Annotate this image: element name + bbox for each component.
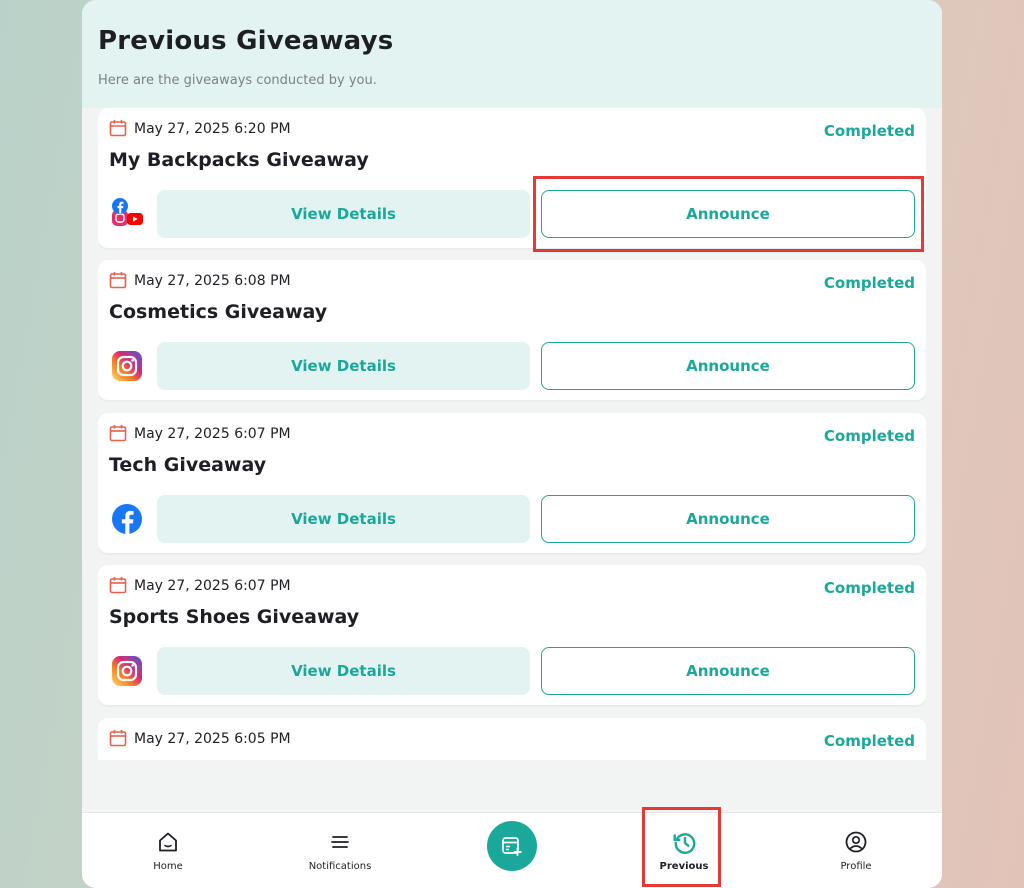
status-badge: Completed	[823, 274, 915, 292]
calendar-icon	[109, 425, 127, 442]
create-giveaway-button[interactable]	[487, 821, 537, 871]
giveaway-date: May 27, 2025 6:20 PM	[134, 121, 291, 137]
page-subtitle: Here are the giveaways conducted by you.	[98, 73, 377, 88]
notifications-icon	[331, 836, 349, 848]
giveaway-title: My Backpacks Giveaway	[109, 149, 369, 171]
instagram-icon	[112, 351, 142, 381]
giveaway-card: May 27, 2025 6:08 PM Completed Cosmetics…	[98, 260, 926, 400]
giveaway-card: May 27, 2025 6:07 PM Completed Tech Give…	[98, 413, 926, 553]
instagram-icon	[112, 656, 142, 686]
calendar-icon	[109, 120, 127, 137]
page-header: Previous Giveaways Here are the giveaway…	[82, 0, 942, 108]
history-icon	[673, 833, 696, 854]
announce-button[interactable]: Announce	[541, 647, 915, 695]
calendar-icon	[109, 730, 127, 747]
facebook-icon	[112, 504, 142, 534]
announce-button[interactable]: Announce	[541, 495, 915, 543]
nav-home[interactable]: Home	[113, 813, 223, 888]
giveaway-date: May 27, 2025 6:05 PM	[134, 731, 291, 747]
status-badge: Completed	[823, 427, 915, 445]
giveaway-date: May 27, 2025 6:08 PM	[134, 273, 291, 289]
giveaway-title: Cosmetics Giveaway	[109, 301, 328, 323]
status-badge: Completed	[823, 579, 915, 597]
giveaway-title: Sports Shoes Giveaway	[109, 606, 360, 628]
giveaway-card: May 27, 2025 6:07 PM Completed Sports Sh…	[98, 565, 926, 705]
giveaway-title: Tech Giveaway	[109, 454, 267, 476]
announce-button[interactable]: Announce	[541, 190, 915, 238]
status-badge: Completed	[823, 122, 915, 140]
giveaway-date: May 27, 2025 6:07 PM	[134, 578, 291, 594]
giveaway-card: May 27, 2025 6:20 PM Completed My Backpa…	[98, 108, 926, 248]
giveaway-list[interactable]: May 27, 2025 6:20 PM Completed My Backpa…	[98, 108, 926, 760]
nav-profile-label: Profile	[840, 861, 872, 872]
view-details-button[interactable]: View Details	[157, 495, 530, 543]
home-icon	[159, 832, 177, 852]
bottom-nav: Home Notifications Previous Profile	[82, 812, 942, 888]
app-screen: Previous Giveaways Here are the giveaway…	[82, 0, 942, 888]
view-details-button[interactable]: View Details	[157, 190, 530, 238]
calendar-icon	[109, 272, 127, 289]
giveaway-card: May 27, 2025 6:05 PM Completed	[98, 718, 926, 760]
nav-home-label: Home	[153, 861, 183, 872]
nav-notifications-label: Notifications	[308, 861, 372, 872]
announce-button[interactable]: Announce	[541, 342, 915, 390]
profile-icon	[845, 831, 867, 853]
view-details-button[interactable]: View Details	[157, 647, 530, 695]
status-badge: Completed	[823, 732, 915, 750]
nav-profile[interactable]: Profile	[801, 813, 911, 888]
page-title: Previous Giveaways	[98, 26, 394, 56]
nav-notifications[interactable]: Notifications	[285, 813, 395, 888]
view-details-button[interactable]: View Details	[157, 342, 530, 390]
nav-previous[interactable]: Previous	[629, 813, 739, 888]
nav-previous-label: Previous	[659, 861, 709, 872]
create-giveaway-icon	[502, 837, 522, 856]
calendar-icon	[109, 577, 127, 594]
multi-platform-icon	[112, 198, 143, 226]
giveaway-date: May 27, 2025 6:07 PM	[134, 426, 291, 442]
